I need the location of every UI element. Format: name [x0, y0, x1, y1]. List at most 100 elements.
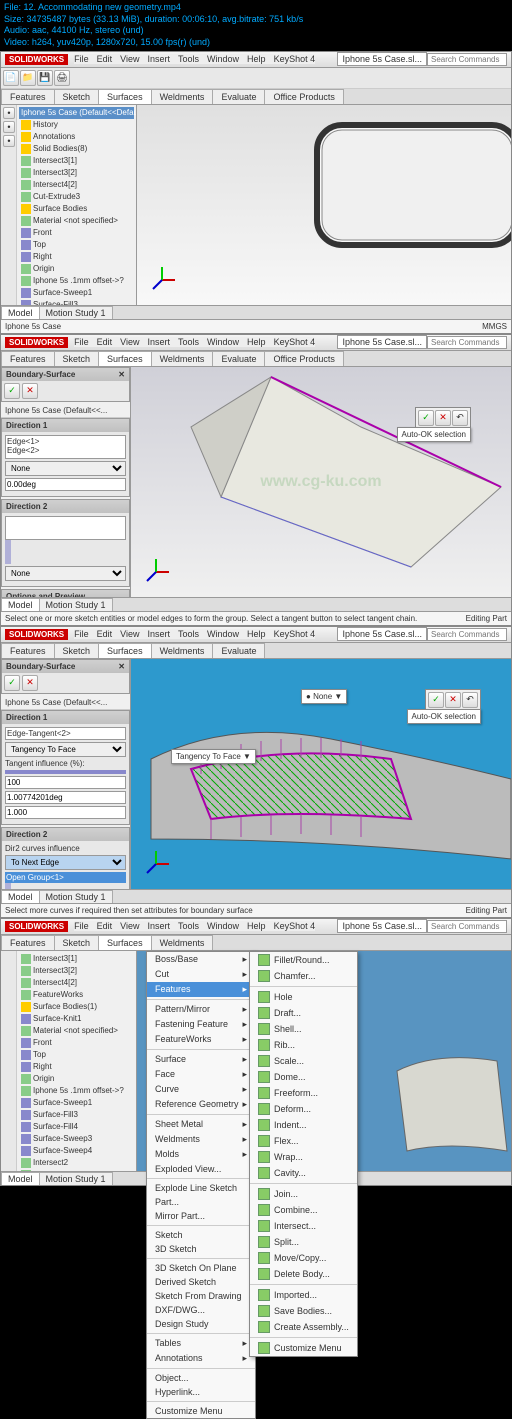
- tab-weldments[interactable]: Weldments: [151, 643, 214, 658]
- search-input[interactable]: [427, 53, 507, 66]
- tab-surfaces[interactable]: Surfaces: [98, 935, 152, 950]
- tab-weldments[interactable]: Weldments: [151, 89, 214, 104]
- tab-evaluate[interactable]: Evaluate: [212, 643, 265, 658]
- tab-motion[interactable]: Motion Study 1: [39, 1172, 113, 1185]
- tree-item[interactable]: History: [19, 119, 134, 131]
- menu-insert[interactable]: Insert: [148, 921, 171, 931]
- tree-item[interactable]: Intersect3[1]: [19, 953, 134, 965]
- tree-item[interactable]: Origin: [19, 263, 134, 275]
- menu-item[interactable]: Fastening Feature▸: [147, 1017, 255, 1032]
- menu-help[interactable]: Help: [247, 629, 266, 639]
- menu-tools[interactable]: Tools: [178, 921, 199, 931]
- tree-item[interactable]: Material <not specified>: [19, 215, 134, 227]
- tab-sketch[interactable]: Sketch: [54, 935, 100, 950]
- menu-item[interactable]: Derived Sketch: [147, 1275, 255, 1289]
- menu-item[interactable]: Design Study: [147, 1317, 255, 1331]
- menu-file[interactable]: File: [74, 921, 89, 931]
- open-button[interactable]: 📁: [20, 70, 36, 86]
- tab-model[interactable]: Model: [1, 1172, 40, 1185]
- menu-item[interactable]: Boss/Base▸: [147, 952, 255, 967]
- tab-features[interactable]: Features: [1, 643, 55, 658]
- menu-tools[interactable]: Tools: [178, 337, 199, 347]
- menu-item[interactable]: Explode Line Sketch: [147, 1181, 255, 1195]
- menu-item[interactable]: Customize Menu: [147, 1404, 255, 1418]
- menu-item[interactable]: Weldments▸: [147, 1132, 255, 1147]
- menu-file[interactable]: File: [74, 629, 89, 639]
- tab-surfaces[interactable]: Surfaces: [98, 643, 152, 658]
- angle-input[interactable]: [5, 791, 126, 804]
- menu-item[interactable]: Join...: [250, 1186, 357, 1202]
- menu-view[interactable]: View: [120, 337, 139, 347]
- menu-item[interactable]: Scale...: [250, 1053, 357, 1069]
- ok-icon[interactable]: ✓: [428, 692, 444, 708]
- menu-item[interactable]: Indent...: [250, 1117, 357, 1133]
- menu-item[interactable]: Wrap...: [250, 1149, 357, 1165]
- ok-icon[interactable]: ✓: [418, 410, 434, 426]
- tree-item[interactable]: Solid Bodies(8): [19, 143, 134, 155]
- viewport-3d[interactable]: Tangency To Face ▼ ● None ▼ ✓ ✕ ↶ Auto-O…: [131, 659, 511, 889]
- tab-motion[interactable]: Motion Study 1: [39, 306, 113, 319]
- tree-item[interactable]: Top: [19, 239, 134, 251]
- menu-item[interactable]: Exploded View...: [147, 1162, 255, 1176]
- tab-sketch[interactable]: Sketch: [54, 643, 100, 658]
- tree-item[interactable]: Right: [19, 1061, 134, 1073]
- menu-item[interactable]: Features▸: [147, 982, 255, 997]
- cancel-button[interactable]: ✕: [22, 383, 38, 399]
- tree-item[interactable]: Annotations: [19, 131, 134, 143]
- menu-item[interactable]: Hyperlink...: [147, 1385, 255, 1399]
- tree-item[interactable]: Surface Bodies(1): [19, 1001, 134, 1013]
- angle-input[interactable]: [5, 478, 126, 491]
- menu-edit[interactable]: Edit: [97, 54, 113, 64]
- new-button[interactable]: 📄: [3, 70, 19, 86]
- menu-help[interactable]: Help: [247, 921, 266, 931]
- menu-item[interactable]: Dome...: [250, 1069, 357, 1085]
- tree-item[interactable]: Intersect3[2]: [19, 965, 134, 977]
- tab-features[interactable]: Features: [1, 89, 55, 104]
- menu-item[interactable]: Mirror Part...: [147, 1209, 255, 1223]
- menu-item[interactable]: Tables▸: [147, 1336, 255, 1351]
- menu-item[interactable]: Part...: [147, 1195, 255, 1209]
- menu-item[interactable]: Sketch From Drawing: [147, 1289, 255, 1303]
- menu-tools[interactable]: Tools: [178, 629, 199, 639]
- tree-item[interactable]: Surface-Sweep3: [19, 1133, 134, 1145]
- cancel-icon[interactable]: ✕: [445, 692, 461, 708]
- menu-item[interactable]: Rib...: [250, 1037, 357, 1053]
- menu-item[interactable]: FeatureWorks▸: [147, 1032, 255, 1047]
- menu-keyshot[interactable]: KeyShot 4: [274, 629, 316, 639]
- menu-view[interactable]: View: [120, 629, 139, 639]
- menu-window[interactable]: Window: [207, 921, 239, 931]
- menu-view[interactable]: View: [120, 921, 139, 931]
- menu-keyshot[interactable]: KeyShot 4: [274, 54, 316, 64]
- menu-item[interactable]: Hole: [250, 989, 357, 1005]
- menu-item[interactable]: Move/Copy...: [250, 1250, 357, 1266]
- menu-edit[interactable]: Edit: [97, 921, 113, 931]
- cancel-icon[interactable]: ✕: [435, 410, 451, 426]
- tab-office[interactable]: Office Products: [264, 351, 343, 366]
- menu-item[interactable]: Flex...: [250, 1133, 357, 1149]
- side-tool[interactable]: •: [3, 121, 15, 133]
- menu-item[interactable]: Draft...: [250, 1005, 357, 1021]
- tree-item[interactable]: Surface-Fill3: [19, 1109, 134, 1121]
- tangency-callout[interactable]: Tangency To Face ▼: [171, 749, 256, 764]
- tangency-select[interactable]: Tangency To Face: [5, 742, 126, 757]
- menu-item[interactable]: Annotations▸: [147, 1351, 255, 1366]
- tree-root[interactable]: Iphone 5s Case (Default<<...: [5, 406, 107, 415]
- menu-item[interactable]: Pattern/Mirror▸: [147, 1002, 255, 1017]
- tab-surfaces[interactable]: Surfaces: [98, 351, 152, 366]
- menu-file[interactable]: File: [74, 54, 89, 64]
- edge-item[interactable]: Edge-Tangent<2>: [7, 729, 124, 738]
- tab-sketch[interactable]: Sketch: [54, 351, 100, 366]
- menu-item[interactable]: Curve▸: [147, 1082, 255, 1097]
- tangency-select[interactable]: None: [5, 566, 126, 581]
- menu-file[interactable]: File: [74, 337, 89, 347]
- tab-model[interactable]: Model: [1, 598, 40, 611]
- menu-item[interactable]: 3D Sketch On Plane: [147, 1261, 255, 1275]
- tree-item[interactable]: Intersect3[2]: [19, 167, 134, 179]
- edge-item[interactable]: Edge<2>: [7, 446, 124, 455]
- ok-button[interactable]: ✓: [4, 383, 20, 399]
- tab-sketch[interactable]: Sketch: [54, 89, 100, 104]
- tree-item[interactable]: Surface Bodies: [19, 203, 134, 215]
- tree-item[interactable]: Material <not specified>: [19, 1025, 134, 1037]
- menu-item[interactable]: Sheet Metal▸: [147, 1117, 255, 1132]
- none-callout[interactable]: ● None ▼: [301, 689, 347, 704]
